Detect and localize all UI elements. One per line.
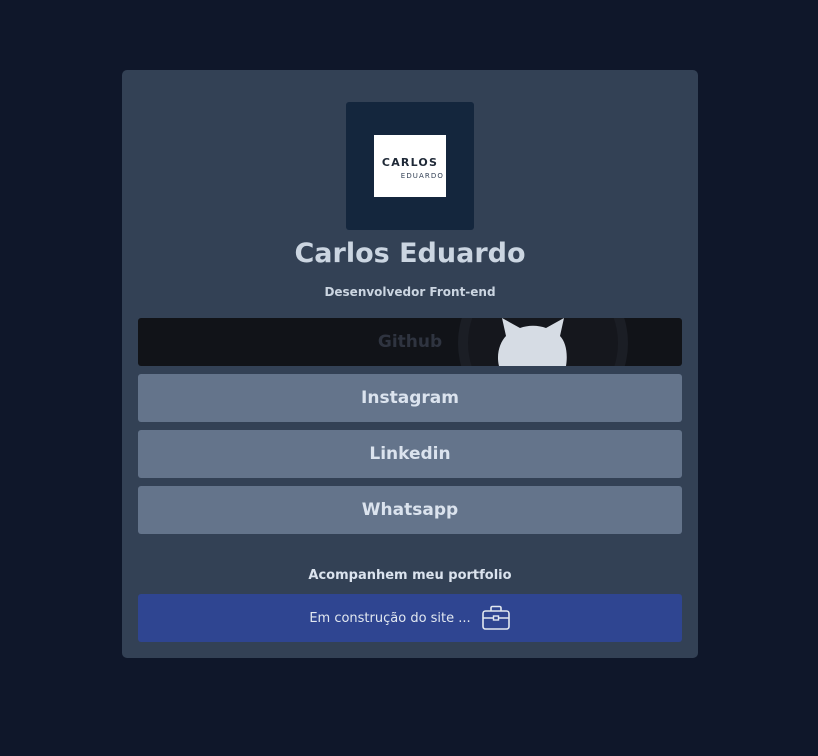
linkedin-link-label: Linkedin xyxy=(369,444,451,464)
profile-name: Carlos Eduardo xyxy=(294,238,526,269)
github-link-label: Github xyxy=(377,332,443,352)
portfolio-button[interactable]: Em construção do site ... xyxy=(138,594,682,642)
logo-sub-text: EDUARDO xyxy=(400,172,444,180)
logo: CARLOS EDUARDO xyxy=(374,135,446,197)
profile-card: CARLOS EDUARDO Carlos Eduardo Desenvolve… xyxy=(122,70,698,658)
portfolio-button-label: Em construção do site ... xyxy=(309,610,471,626)
linkedin-link-button[interactable]: Linkedin xyxy=(138,430,682,478)
github-link-button[interactable]: Github xyxy=(138,318,682,366)
profile-role: Desenvolvedor Front-end xyxy=(324,285,496,299)
avatar: CARLOS EDUARDO xyxy=(346,102,474,230)
briefcase-icon xyxy=(481,605,510,630)
logo-main-text: CARLOS xyxy=(381,156,439,169)
github-cat-icon xyxy=(497,318,567,366)
portfolio-title: Acompanhem meu portfolio xyxy=(308,568,512,583)
whatsapp-link-button[interactable]: Whatsapp xyxy=(138,486,682,534)
instagram-link-label: Instagram xyxy=(361,388,459,408)
whatsapp-link-label: Whatsapp xyxy=(361,500,459,520)
instagram-link-button[interactable]: Instagram xyxy=(138,374,682,422)
